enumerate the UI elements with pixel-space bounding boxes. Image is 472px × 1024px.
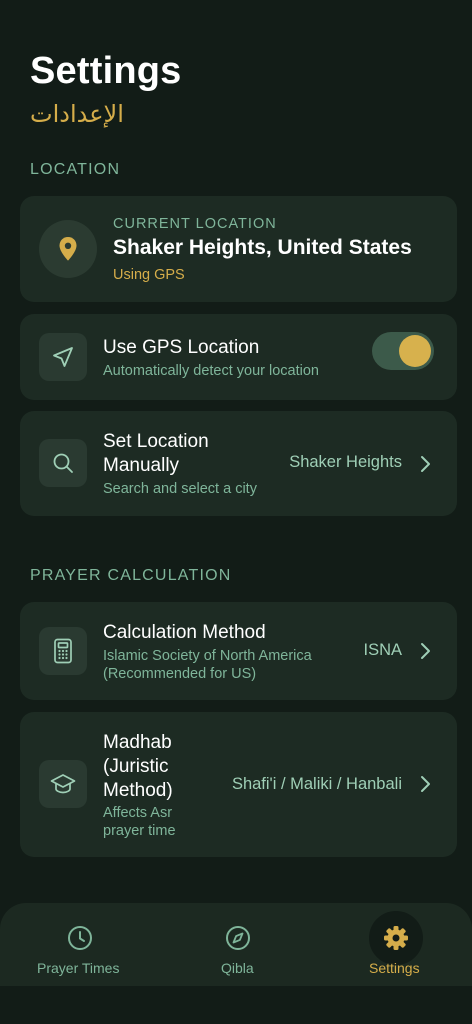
page-subtitle-arabic: الإعدادات bbox=[30, 100, 124, 128]
tab-qibla[interactable]: Qibla bbox=[188, 903, 288, 986]
calculation-method-value: ISNA bbox=[363, 641, 402, 659]
tab-label-prayer-times: Prayer Times bbox=[37, 960, 120, 976]
map-pin-icon bbox=[39, 220, 97, 278]
tab-label-qibla: Qibla bbox=[221, 960, 254, 976]
set-location-manually-card[interactable]: Set Location Manually Search and select … bbox=[20, 411, 457, 516]
set-location-title-line1: Set Location bbox=[103, 431, 209, 452]
section-label-location: LOCATION bbox=[30, 161, 121, 178]
chevron-right-icon bbox=[421, 776, 430, 792]
madhab-card[interactable]: Madhab (Juristic Method) Affects Asr pra… bbox=[20, 712, 457, 857]
madhab-title-line2: (Juristic bbox=[103, 756, 169, 777]
toggle-knob bbox=[399, 335, 431, 367]
use-gps-title: Use GPS Location bbox=[103, 337, 260, 358]
tab-settings[interactable]: Settings bbox=[346, 903, 446, 986]
current-location-name: Shaker Heights, United States bbox=[113, 236, 412, 259]
madhab-subtitle-line2: prayer time bbox=[103, 823, 176, 839]
manual-location-value: Shaker Heights bbox=[289, 453, 402, 471]
use-gps-subtitle: Automatically detect your location bbox=[103, 363, 319, 379]
use-gps-card[interactable]: Use GPS Location Automatically detect yo… bbox=[20, 314, 457, 400]
set-location-subtitle: Search and select a city bbox=[103, 481, 257, 497]
madhab-title-line3: Method) bbox=[103, 780, 173, 801]
set-location-title-line2: Manually bbox=[103, 455, 180, 476]
current-location-card: CURRENT LOCATION Shaker Heights, United … bbox=[20, 196, 457, 302]
madhab-value: Shafi'i / Maliki / Hanbali bbox=[231, 775, 402, 793]
tab-label-settings: Settings bbox=[369, 960, 420, 976]
madhab-subtitle-line1: Affects Asr bbox=[103, 805, 173, 821]
location-source: Using GPS bbox=[113, 267, 185, 283]
calculator-icon bbox=[39, 627, 87, 675]
clock-icon bbox=[68, 926, 92, 950]
tab-prayer-times[interactable]: Prayer Times bbox=[30, 903, 130, 986]
current-location-label: CURRENT LOCATION bbox=[113, 216, 277, 232]
navigation-arrow-icon bbox=[39, 333, 87, 381]
calculation-method-title: Calculation Method bbox=[103, 622, 266, 643]
graduation-cap-icon bbox=[39, 760, 87, 808]
bottom-tab-bar: Prayer Times Qibla Settings bbox=[0, 903, 472, 986]
madhab-title-line1: Madhab bbox=[103, 732, 172, 753]
page-title: Settings bbox=[30, 50, 182, 92]
calculation-method-card[interactable]: Calculation Method Islamic Society of No… bbox=[20, 602, 457, 700]
gear-icon bbox=[384, 926, 408, 950]
home-indicator-area bbox=[0, 986, 472, 1024]
chevron-right-icon bbox=[421, 456, 430, 472]
search-icon bbox=[39, 439, 87, 487]
calculation-method-subtitle-line1: Islamic Society of North America bbox=[103, 648, 312, 664]
chevron-right-icon bbox=[421, 643, 430, 659]
calculation-method-subtitle-line2: (Recommended for US) bbox=[103, 666, 257, 682]
section-label-prayer-calculation: PRAYER CALCULATION bbox=[30, 567, 232, 584]
compass-icon bbox=[226, 926, 250, 950]
gps-toggle[interactable] bbox=[372, 332, 434, 370]
